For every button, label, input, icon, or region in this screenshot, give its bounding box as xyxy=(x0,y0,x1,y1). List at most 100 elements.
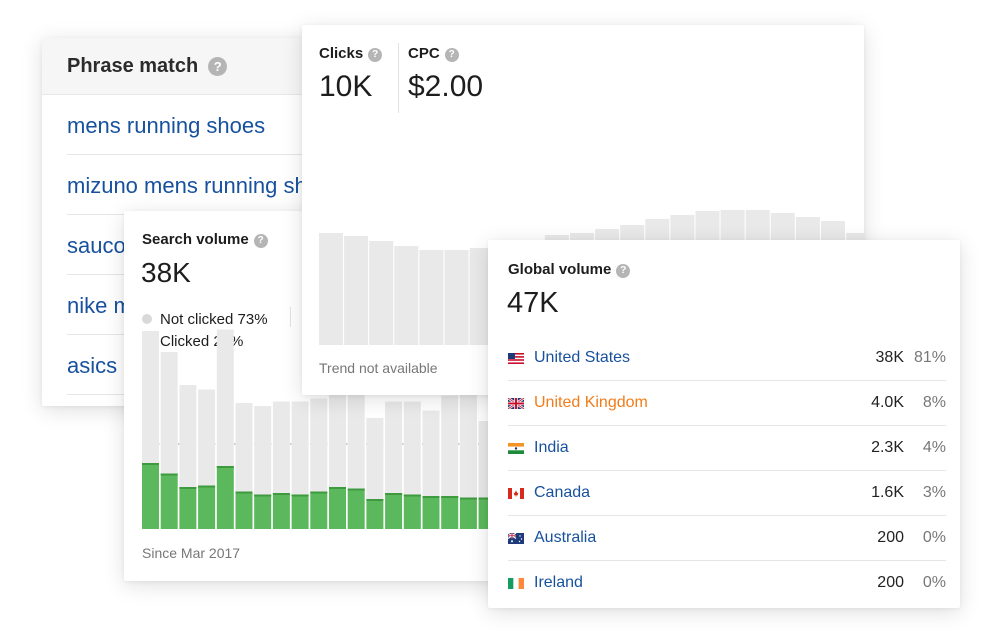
country-name[interactable]: Australia xyxy=(534,529,844,547)
us-flag-icon xyxy=(508,352,524,364)
bar-clicked-top xyxy=(459,497,477,500)
phrase-match-title: Phrase match xyxy=(67,54,199,77)
bar-clicked-top xyxy=(385,493,403,495)
country-percent: 0% xyxy=(922,529,946,546)
bar-clicked-top xyxy=(329,487,346,489)
bar-clicked[interactable] xyxy=(179,487,197,529)
bar-clicked[interactable] xyxy=(198,485,216,530)
country-name[interactable]: Canada xyxy=(534,484,844,502)
country-volume: 4.0K xyxy=(871,394,904,411)
bar-clicked-top xyxy=(179,487,197,489)
country-name[interactable]: United Kingdom xyxy=(534,394,844,412)
country-percent: 8% xyxy=(922,394,946,411)
bar-clicked[interactable] xyxy=(366,499,384,529)
uk-flag-icon xyxy=(508,397,524,409)
bar-clicked[interactable] xyxy=(291,494,309,530)
ireland-flag-icon xyxy=(508,577,524,589)
global-volume-label: Global volume? xyxy=(508,261,631,278)
bar-clicked[interactable] xyxy=(310,491,328,530)
country-volume: 38K xyxy=(875,349,904,366)
australia-flag-icon xyxy=(508,532,524,544)
trend-footer: Trend not available xyxy=(319,360,438,376)
bar-not-clicked[interactable] xyxy=(254,406,272,495)
bar-clicked-top xyxy=(291,494,309,497)
country-row[interactable]: Ireland 200 0% xyxy=(508,561,946,605)
country-row[interactable]: Canada 1.6K 3% xyxy=(508,471,946,516)
country-percent: 4% xyxy=(922,439,946,456)
bar-clicked[interactable] xyxy=(422,496,440,529)
bar-not-clicked[interactable] xyxy=(198,389,216,486)
trend-bar xyxy=(419,250,444,345)
bar-not-clicked[interactable] xyxy=(160,352,178,474)
bar-not-clicked[interactable] xyxy=(366,418,384,499)
country-percent: 0% xyxy=(922,574,946,591)
bar-clicked-top xyxy=(422,496,440,498)
bar-clicked-top xyxy=(441,496,459,498)
country-row[interactable]: Australia 200 0% xyxy=(508,516,946,561)
bar-clicked-top xyxy=(347,488,365,491)
country-row[interactable]: India 2.3K 4% xyxy=(508,426,946,471)
keyword-link[interactable]: mens running shoes xyxy=(67,113,265,138)
bar-clicked-top xyxy=(160,473,178,476)
country-name[interactable]: United States xyxy=(534,349,844,367)
bar-not-clicked[interactable] xyxy=(441,395,459,497)
bar-clicked-top xyxy=(310,491,328,494)
bar-clicked[interactable] xyxy=(459,497,477,530)
bar-clicked[interactable] xyxy=(216,466,234,529)
bar-clicked[interactable] xyxy=(347,488,365,530)
bar-not-clicked[interactable] xyxy=(385,401,403,494)
bar-not-clicked[interactable] xyxy=(459,392,477,498)
bar-clicked[interactable] xyxy=(329,487,346,529)
country-row[interactable]: United Kingdom 4.0K 8% xyxy=(508,381,946,426)
bar-clicked[interactable] xyxy=(160,473,178,530)
help-icon[interactable]: ? xyxy=(616,264,631,278)
country-volume: 2.3K xyxy=(871,439,904,456)
global-volume-label-text: Global volume xyxy=(508,261,612,278)
trend-bar xyxy=(344,236,369,345)
bar-not-clicked[interactable] xyxy=(235,403,253,492)
bar-clicked[interactable] xyxy=(272,493,290,529)
phrase-match-header: Phrase match ? xyxy=(42,38,312,95)
trend-bar xyxy=(369,241,394,345)
bar-clicked[interactable] xyxy=(254,494,272,530)
help-icon[interactable]: ? xyxy=(208,56,228,76)
country-row[interactable]: United States 38K 81% xyxy=(508,336,946,381)
bar-clicked[interactable] xyxy=(385,493,403,529)
country-name[interactable]: India xyxy=(534,439,844,457)
bar-not-clicked[interactable] xyxy=(216,329,234,467)
trend-bar xyxy=(444,250,469,345)
country-volume: 200 xyxy=(877,529,904,546)
bar-clicked-top xyxy=(198,485,216,488)
bar-not-clicked[interactable] xyxy=(179,385,197,487)
list-item[interactable]: mizuno mens running shoes xyxy=(67,155,312,215)
global-volume-value: 47K xyxy=(507,287,559,319)
bar-clicked-top xyxy=(403,494,421,497)
bar-not-clicked[interactable] xyxy=(310,398,328,492)
bar-clicked-top xyxy=(216,466,234,468)
list-item[interactable]: mens running shoes xyxy=(67,95,312,155)
keyword-link[interactable]: mizuno mens running shoes xyxy=(67,173,312,198)
bar-clicked-top xyxy=(254,494,272,497)
bar-not-clicked[interactable] xyxy=(291,401,309,495)
bar-not-clicked[interactable] xyxy=(142,331,159,463)
bar-clicked-top xyxy=(366,499,384,501)
bar-clicked[interactable] xyxy=(235,491,253,530)
country-percent: 81% xyxy=(913,349,946,366)
bar-clicked-top xyxy=(142,463,159,465)
bar-not-clicked[interactable] xyxy=(422,410,440,497)
bar-clicked-top xyxy=(235,491,253,494)
bar-not-clicked[interactable] xyxy=(329,386,346,488)
bar-not-clicked[interactable] xyxy=(403,401,421,495)
bar-not-clicked[interactable] xyxy=(347,389,365,489)
country-volume: 200 xyxy=(877,574,904,591)
bar-clicked[interactable] xyxy=(142,463,159,529)
country-name[interactable]: Ireland xyxy=(534,574,844,592)
country-list: United States 38K 81% United Kingdom 4.0… xyxy=(508,336,946,605)
bar-clicked[interactable] xyxy=(441,496,459,529)
bar-clicked[interactable] xyxy=(403,494,421,530)
bar-not-clicked[interactable] xyxy=(272,401,290,494)
country-percent: 3% xyxy=(922,484,946,501)
search-volume-footer: Since Mar 2017 xyxy=(142,545,241,561)
india-flag-icon xyxy=(508,442,524,454)
bar-clicked-top xyxy=(272,493,290,495)
